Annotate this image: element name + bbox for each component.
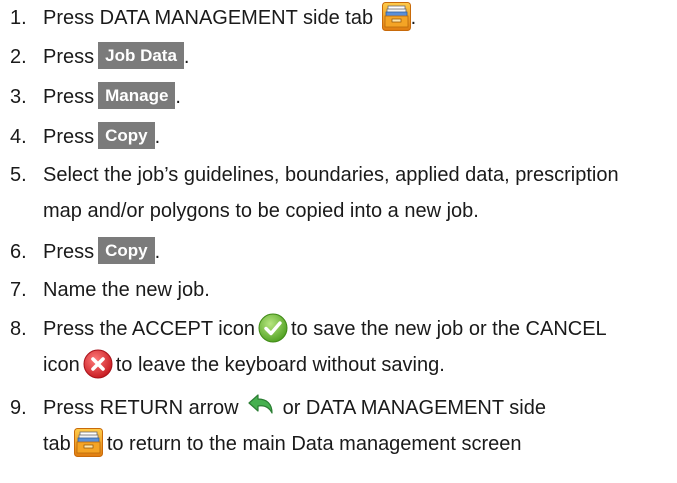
manage-button[interactable]: Manage <box>98 82 176 110</box>
accept-checkmark-icon <box>258 313 288 343</box>
step-number: 6. <box>10 241 27 263</box>
step-text: Press <box>43 126 95 148</box>
job-data-button[interactable]: Job Data <box>98 42 184 70</box>
step-text-line1: Select the job’s guidelines, boundaries,… <box>43 164 619 186</box>
return-arrow-icon <box>247 392 277 420</box>
step-number: 4. <box>10 126 27 148</box>
step-text: Press DATA MANAGEMENT side tab <box>43 7 374 29</box>
step-text: to leave the keyboard without saving. <box>115 354 445 376</box>
step-text: Press <box>43 241 95 263</box>
step-text: Press the ACCEPT icon <box>43 318 255 340</box>
step-number: 3. <box>10 86 27 108</box>
step-number: 1. <box>10 7 27 29</box>
step-text: Press RETURN arrow <box>43 397 239 419</box>
step-text: icon <box>43 354 80 376</box>
step-text: Name the new job. <box>43 279 210 301</box>
step-text-end: . <box>175 86 181 108</box>
step-text: tab <box>43 433 71 455</box>
step-text: or DATA MANAGEMENT side <box>282 397 546 419</box>
step-text-end: . <box>154 126 161 148</box>
data-management-tab-icon <box>73 428 103 458</box>
cancel-x-icon <box>83 349 113 379</box>
step-number: 8. <box>10 318 27 340</box>
data-management-tab-icon <box>381 2 411 32</box>
step-number: 7. <box>10 279 27 301</box>
step-text-end: . <box>410 7 417 29</box>
step-text: Press <box>43 46 95 68</box>
step-number: 2. <box>10 46 27 68</box>
step-text-line2: map and/or polygons to be copied into a … <box>43 200 479 222</box>
step-number: 9. <box>10 397 27 419</box>
copy-confirm-button[interactable]: Copy <box>98 237 155 265</box>
step-text: Press <box>43 86 95 108</box>
step-text: to save the new job or the CANCEL <box>290 318 607 340</box>
step-text: to return to the main Data management sc… <box>106 433 522 455</box>
copy-button[interactable]: Copy <box>98 122 155 150</box>
step-number: 5. <box>10 164 27 186</box>
step-text-end: . <box>183 46 190 68</box>
step-text-end: . <box>154 241 161 263</box>
